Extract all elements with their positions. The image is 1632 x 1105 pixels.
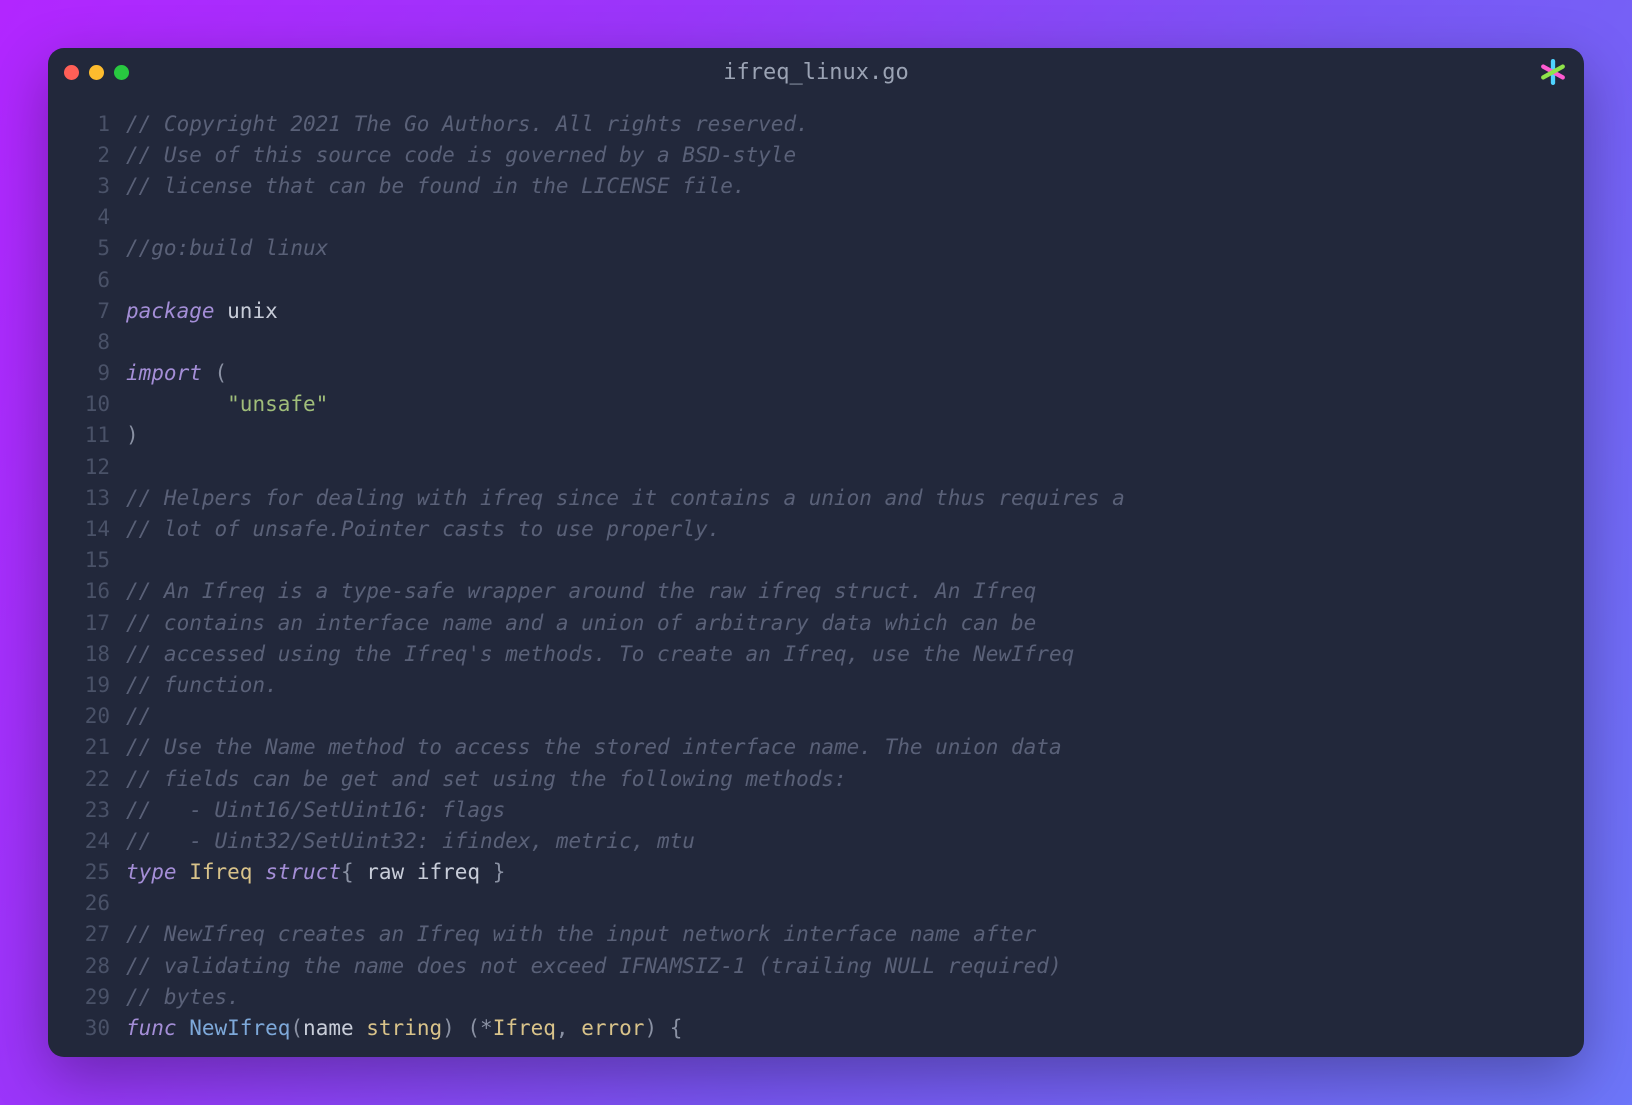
code-line[interactable]: 29// bytes. <box>48 981 1584 1012</box>
line-content: // NewIfreq creates an Ifreq with the in… <box>126 922 1036 946</box>
line-number: 23 <box>48 798 126 822</box>
line-content: // lot of unsafe.Pointer casts to use pr… <box>126 517 720 541</box>
code-line[interactable]: 14// lot of unsafe.Pointer casts to use … <box>48 513 1584 544</box>
asterisk-logo-icon <box>1540 59 1566 85</box>
code-line[interactable]: 16// An Ifreq is a type-safe wrapper aro… <box>48 576 1584 607</box>
traffic-lights <box>64 65 129 80</box>
code-line[interactable]: 7package unix <box>48 295 1584 326</box>
line-content: // Helpers for dealing with ifreq since … <box>126 486 1125 510</box>
line-number: 21 <box>48 735 126 759</box>
titlebar: ifreq_linux.go <box>48 48 1584 96</box>
line-content: type Ifreq struct{ raw ifreq } <box>126 860 505 884</box>
code-line[interactable]: 17// contains an interface name and a un… <box>48 607 1584 638</box>
line-content: // An Ifreq is a type-safe wrapper aroun… <box>126 579 1036 603</box>
minimize-icon[interactable] <box>89 65 104 80</box>
line-content: // Use the Name method to access the sto… <box>126 735 1062 759</box>
line-content: // <box>126 704 151 728</box>
code-line[interactable]: 24// - Uint32/SetUint32: ifindex, metric… <box>48 825 1584 856</box>
code-line[interactable]: 22// fields can be get and set using the… <box>48 763 1584 794</box>
line-number: 27 <box>48 922 126 946</box>
editor-window: ifreq_linux.go 1// Copyright 2021 The Go… <box>48 48 1584 1057</box>
code-line[interactable]: 25type Ifreq struct{ raw ifreq } <box>48 857 1584 888</box>
code-editor[interactable]: 1// Copyright 2021 The Go Authors. All r… <box>48 96 1584 1057</box>
line-content: func NewIfreq(name string) (*Ifreq, erro… <box>126 1016 682 1040</box>
code-line[interactable]: 3// license that can be found in the LIC… <box>48 170 1584 201</box>
close-icon[interactable] <box>64 65 79 80</box>
code-line[interactable]: 30func NewIfreq(name string) (*Ifreq, er… <box>48 1012 1584 1043</box>
line-content: // bytes. <box>126 985 240 1009</box>
line-content: // - Uint16/SetUint16: flags <box>126 798 505 822</box>
line-content: // Use of this source code is governed b… <box>126 143 796 167</box>
line-number: 11 <box>48 423 126 447</box>
code-line[interactable]: 2// Use of this source code is governed … <box>48 139 1584 170</box>
code-line[interactable]: 21// Use the Name method to access the s… <box>48 732 1584 763</box>
line-number: 6 <box>48 268 126 292</box>
maximize-icon[interactable] <box>114 65 129 80</box>
line-number: 15 <box>48 548 126 572</box>
window-title: ifreq_linux.go <box>723 60 908 85</box>
code-line[interactable]: 12 <box>48 451 1584 482</box>
line-number: 10 <box>48 392 126 416</box>
code-line[interactable]: 18// accessed using the Ifreq's methods.… <box>48 638 1584 669</box>
line-number: 4 <box>48 205 126 229</box>
code-line[interactable]: 13// Helpers for dealing with ifreq sinc… <box>48 482 1584 513</box>
line-content: import ( <box>126 361 227 385</box>
code-line[interactable]: 27// NewIfreq creates an Ifreq with the … <box>48 919 1584 950</box>
line-number: 18 <box>48 642 126 666</box>
line-content: "unsafe" <box>126 392 328 416</box>
code-line[interactable]: 19// function. <box>48 669 1584 700</box>
line-content: // - Uint32/SetUint32: ifindex, metric, … <box>126 829 695 853</box>
line-content: // fields can be get and set using the f… <box>126 767 847 791</box>
code-line[interactable]: 23// - Uint16/SetUint16: flags <box>48 794 1584 825</box>
line-content: package unix <box>126 299 278 323</box>
line-content: ) <box>126 423 139 447</box>
line-number: 28 <box>48 954 126 978</box>
line-number: 24 <box>48 829 126 853</box>
line-number: 22 <box>48 767 126 791</box>
line-number: 2 <box>48 143 126 167</box>
code-line[interactable]: 6 <box>48 264 1584 295</box>
code-line[interactable]: 1// Copyright 2021 The Go Authors. All r… <box>48 108 1584 139</box>
code-line[interactable]: 4 <box>48 202 1584 233</box>
line-content: // function. <box>126 673 278 697</box>
line-number: 26 <box>48 891 126 915</box>
line-number: 19 <box>48 673 126 697</box>
line-content: // contains an interface name and a unio… <box>126 611 1036 635</box>
line-number: 8 <box>48 330 126 354</box>
code-line[interactable]: 8 <box>48 326 1584 357</box>
line-number: 16 <box>48 579 126 603</box>
code-line[interactable]: 10 "unsafe" <box>48 389 1584 420</box>
code-line[interactable]: 20// <box>48 701 1584 732</box>
line-number: 29 <box>48 985 126 1009</box>
code-line[interactable]: 15 <box>48 545 1584 576</box>
line-content: //go:build linux <box>126 236 328 260</box>
line-number: 7 <box>48 299 126 323</box>
code-line[interactable]: 5//go:build linux <box>48 233 1584 264</box>
line-number: 14 <box>48 517 126 541</box>
line-number: 1 <box>48 112 126 136</box>
code-line[interactable]: 9import ( <box>48 358 1584 389</box>
code-line[interactable]: 28// validating the name does not exceed… <box>48 950 1584 981</box>
line-number: 20 <box>48 704 126 728</box>
line-number: 17 <box>48 611 126 635</box>
code-line[interactable]: 26 <box>48 888 1584 919</box>
line-number: 12 <box>48 455 126 479</box>
line-content: // accessed using the Ifreq's methods. T… <box>126 642 1074 666</box>
line-number: 30 <box>48 1016 126 1040</box>
code-line[interactable]: 11) <box>48 420 1584 451</box>
line-number: 9 <box>48 361 126 385</box>
line-number: 5 <box>48 236 126 260</box>
line-content: // license that can be found in the LICE… <box>126 174 746 198</box>
line-content: // Copyright 2021 The Go Authors. All ri… <box>126 112 809 136</box>
line-number: 25 <box>48 860 126 884</box>
line-number: 13 <box>48 486 126 510</box>
line-number: 3 <box>48 174 126 198</box>
line-content: // validating the name does not exceed I… <box>126 954 1062 978</box>
